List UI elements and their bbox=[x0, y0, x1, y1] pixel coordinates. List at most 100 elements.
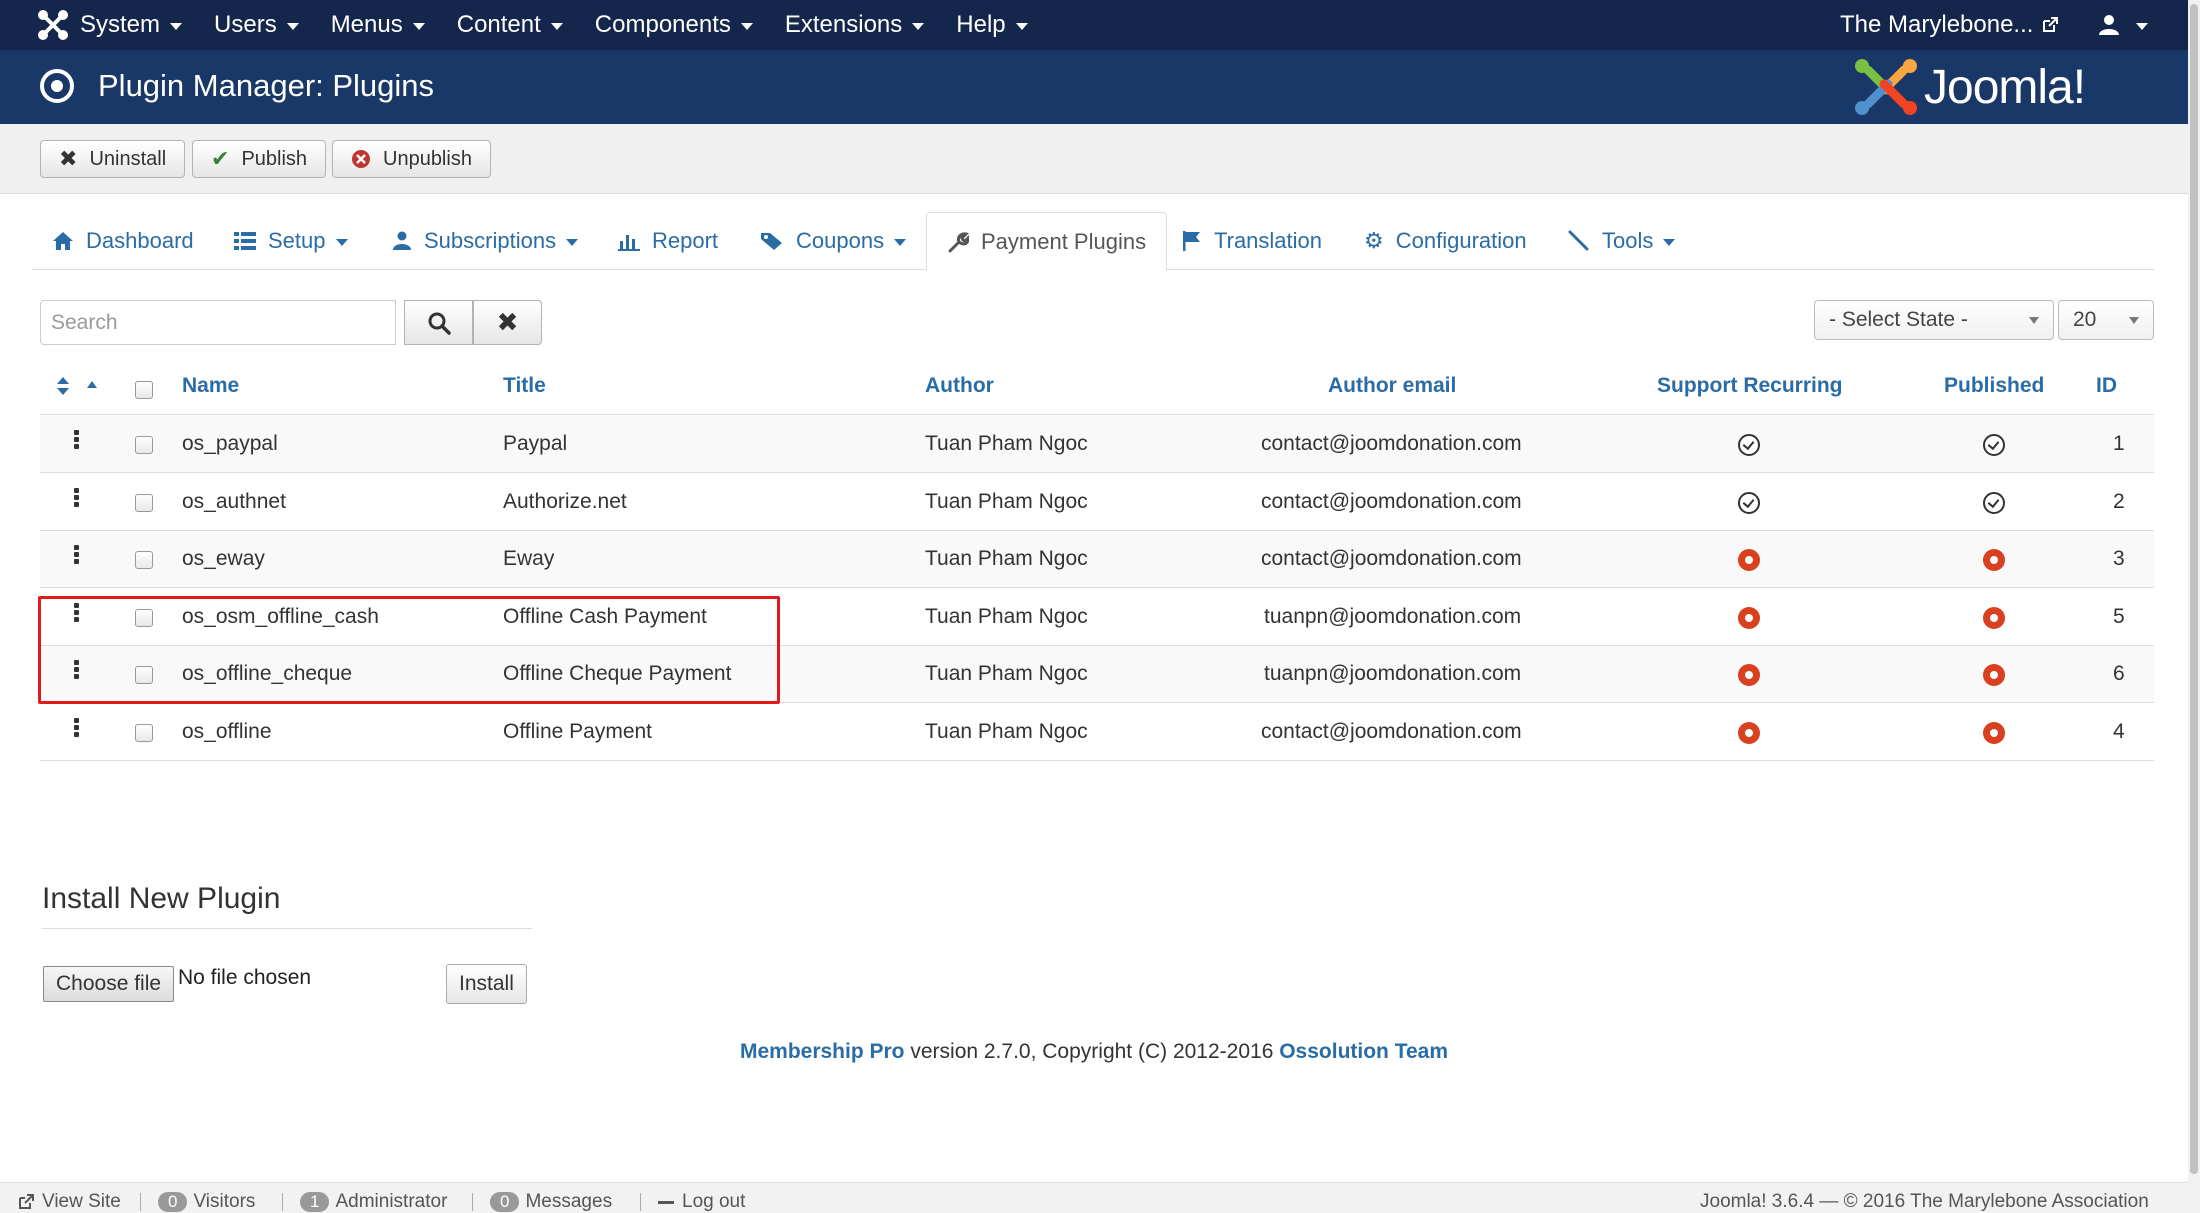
published-icon[interactable] bbox=[1983, 491, 2005, 514]
caret-down-icon bbox=[2136, 22, 2148, 30]
recurring-unsupported-icon[interactable] bbox=[1738, 606, 1760, 629]
visitors-badge: 0 bbox=[158, 1192, 188, 1212]
scrollbar[interactable] bbox=[2188, 0, 2200, 1213]
select-all-checkbox[interactable] bbox=[135, 381, 153, 399]
recurring-supported-icon[interactable] bbox=[1738, 491, 1760, 514]
user-menu[interactable] bbox=[2098, 0, 2148, 50]
tab-configuration[interactable]: ⚙ Configuration bbox=[1364, 212, 1527, 270]
menu-users[interactable]: Users bbox=[214, 11, 299, 39]
joomla-wordmark: Joomla! bbox=[1924, 61, 2086, 114]
minus-icon bbox=[658, 1200, 674, 1204]
column-author[interactable]: Author bbox=[925, 374, 994, 398]
menu-menus[interactable]: Menus bbox=[331, 11, 425, 39]
site-link[interactable]: The Marylebone... bbox=[1840, 0, 2059, 50]
version-text: Joomla! 3.6.4 — © 2016 The Marylebone As… bbox=[1700, 1191, 2149, 1212]
messages-indicator[interactable]: 0 Messages bbox=[490, 1191, 612, 1213]
recurring-supported-icon[interactable] bbox=[1738, 434, 1760, 456]
main-menu: System Users Menus Content Components Ex… bbox=[80, 0, 1060, 50]
column-title[interactable]: Title bbox=[503, 374, 546, 398]
plugin-title: Paypal bbox=[503, 432, 568, 455]
sort-asc-icon[interactable] bbox=[86, 380, 98, 390]
column-author-email[interactable]: Author email bbox=[1328, 374, 1456, 398]
tools-icon bbox=[1568, 230, 1589, 251]
plugin-title: Offline Payment bbox=[503, 719, 653, 743]
recurring-unsupported-icon[interactable] bbox=[1738, 664, 1760, 686]
plugin-name-link[interactable]: os_paypal bbox=[182, 432, 278, 456]
wrench-icon bbox=[948, 231, 969, 252]
caret-down-icon bbox=[740, 22, 753, 30]
menu-label: Help bbox=[956, 11, 1006, 38]
limit-select[interactable]: 20 bbox=[2058, 300, 2154, 340]
plugin-name-link[interactable]: os_offline bbox=[182, 720, 272, 744]
plugin-author-email: contact@joomdonation.com bbox=[1261, 719, 1522, 743]
recurring-unsupported-icon[interactable] bbox=[1738, 549, 1760, 571]
unpublish-button[interactable]: Unpublish bbox=[332, 140, 491, 178]
recurring-unsupported-icon[interactable] bbox=[1738, 721, 1760, 744]
tab-payment-plugins[interactable]: Payment Plugins bbox=[926, 212, 1168, 271]
menu-content[interactable]: Content bbox=[457, 11, 563, 39]
install-button[interactable]: Install bbox=[446, 964, 527, 1004]
plugin-name-link[interactable]: os_eway bbox=[182, 547, 265, 571]
column-name[interactable]: Name bbox=[182, 374, 239, 398]
tab-label: Translation bbox=[1214, 228, 1323, 253]
row-checkbox[interactable] bbox=[135, 436, 153, 454]
row-checkbox[interactable] bbox=[135, 723, 153, 742]
search-button[interactable] bbox=[404, 300, 473, 345]
menu-system[interactable]: System bbox=[80, 11, 183, 39]
drag-handle-icon[interactable] bbox=[74, 430, 79, 450]
drag-handle-icon[interactable] bbox=[74, 717, 79, 738]
tab-label: Subscriptions bbox=[424, 228, 557, 253]
credit-text: version 2.7.0, Copyright (C) 2012-2016 bbox=[904, 1040, 1280, 1063]
logout-link[interactable]: Log out bbox=[658, 1191, 745, 1213]
column-id[interactable]: ID bbox=[2096, 374, 2117, 398]
tab-coupons[interactable]: Coupons bbox=[760, 212, 907, 270]
row-checkbox[interactable] bbox=[135, 551, 153, 569]
publish-button[interactable]: ✔ Publish bbox=[192, 140, 327, 178]
plugin-id: 2 bbox=[2113, 489, 2125, 513]
column-support-recurring[interactable]: Support Recurring bbox=[1657, 374, 1843, 398]
messages-badge: 0 bbox=[490, 1192, 520, 1212]
joomla-logo-mark bbox=[1855, 59, 1917, 115]
team-link[interactable]: Ossolution Team bbox=[1279, 1040, 1448, 1063]
admin-indicator[interactable]: 1 Administrator bbox=[300, 1191, 447, 1213]
admin-badge: 1 bbox=[300, 1192, 330, 1212]
joomla-icon[interactable] bbox=[36, 8, 70, 42]
tab-translation[interactable]: Translation bbox=[1182, 212, 1322, 270]
scrollbar-thumb[interactable] bbox=[2190, 4, 2198, 1174]
caret-down-icon bbox=[912, 22, 925, 30]
menu-extensions[interactable]: Extensions bbox=[785, 11, 925, 39]
drag-handle-icon[interactable] bbox=[74, 545, 79, 565]
tag-icon bbox=[761, 233, 782, 250]
menu-components[interactable]: Components bbox=[595, 11, 753, 39]
choose-file-button[interactable]: Choose file bbox=[43, 966, 175, 1002]
row-checkbox[interactable] bbox=[135, 493, 153, 512]
unpublished-icon[interactable] bbox=[1983, 606, 2005, 629]
state-select[interactable]: - Select State - bbox=[1814, 300, 2054, 340]
visitors-indicator[interactable]: 0 Visitors bbox=[158, 1191, 255, 1213]
uninstall-button[interactable]: ✖ Uninstall bbox=[40, 140, 186, 178]
menu-help[interactable]: Help bbox=[956, 11, 1028, 39]
table-row: os_offline Offline Payment Tuan Pham Ngoc c… bbox=[40, 704, 2154, 761]
search-input[interactable] bbox=[40, 300, 396, 345]
drag-handle-icon[interactable] bbox=[74, 487, 79, 508]
table-row: os_eway Eway Tuan Pham Ngoc contact@joomdon… bbox=[40, 531, 2154, 588]
top-navbar: System Users Menus Content Components Ex… bbox=[0, 0, 2188, 50]
column-published[interactable]: Published bbox=[1944, 374, 2044, 398]
published-icon[interactable] bbox=[1983, 434, 2005, 456]
unpublished-icon[interactable] bbox=[1983, 664, 2005, 686]
separator bbox=[282, 1193, 283, 1211]
tab-setup[interactable]: Setup bbox=[234, 212, 348, 270]
tab-report[interactable]: Report bbox=[618, 212, 718, 270]
unpublished-icon[interactable] bbox=[1983, 721, 2005, 744]
caret-down-icon bbox=[550, 22, 563, 30]
product-link[interactable]: Membership Pro bbox=[740, 1040, 905, 1063]
sort-icon[interactable] bbox=[56, 376, 70, 396]
tab-tools[interactable]: Tools bbox=[1568, 212, 1676, 270]
clear-search-button[interactable]: ✖ bbox=[473, 300, 542, 345]
plugin-name-link[interactable]: os_authnet bbox=[182, 490, 286, 514]
tab-dashboard[interactable]: Dashboard bbox=[52, 212, 194, 270]
plugin-author: Tuan Pham Ngoc bbox=[925, 432, 1088, 455]
unpublished-icon[interactable] bbox=[1983, 549, 2005, 571]
view-site-link[interactable]: View Site bbox=[18, 1191, 121, 1213]
tab-subscriptions[interactable]: Subscriptions bbox=[392, 212, 579, 270]
